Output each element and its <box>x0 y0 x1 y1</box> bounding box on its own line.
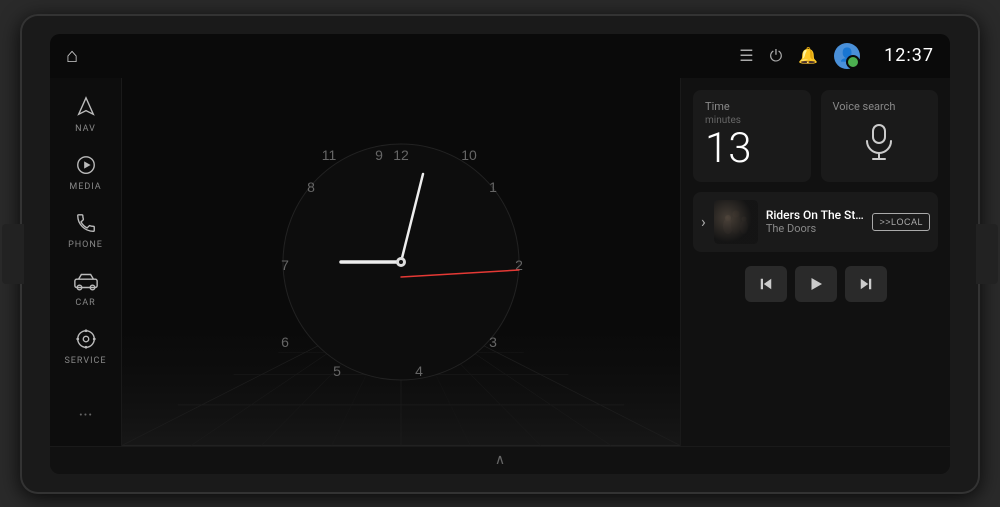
track-info: Riders On The Storm The Doors <box>766 208 865 235</box>
sidebar-item-service[interactable]: SERVICE <box>56 320 116 374</box>
track-title: Riders On The Storm <box>766 208 865 222</box>
chevron-up-icon[interactable]: ∧ <box>495 452 505 468</box>
mount-bracket-right <box>976 224 998 284</box>
car-icon <box>73 270 99 295</box>
playback-controls <box>693 262 938 306</box>
play-pause-button[interactable] <box>795 266 837 302</box>
clock-area: 12 1 2 3 4 5 6 7 8 9 10 11 <box>122 78 680 446</box>
phone-label: PHONE <box>68 240 103 250</box>
svg-text:12: 12 <box>393 147 409 163</box>
svg-text:8: 8 <box>307 179 315 195</box>
svg-text:7: 7 <box>281 257 289 273</box>
more-button[interactable]: ··· <box>78 395 92 436</box>
sidebar-item-phone[interactable]: PHONE <box>56 204 116 258</box>
mount-bracket-left <box>2 224 24 284</box>
svg-text:6: 6 <box>281 334 289 350</box>
notification-bell-icon[interactable]: 🔔 <box>798 46 818 65</box>
service-icon <box>75 328 97 353</box>
nav-icon <box>75 96 97 121</box>
nav-label: NAV <box>75 124 96 134</box>
media-label: MEDIA <box>69 182 101 192</box>
car-display-unit: ⌂ ☰ ⏻ 🔔 👤 12:37 <box>20 14 980 494</box>
album-art <box>714 200 758 244</box>
status-icons: ☰ ⏻ 🔔 👤 12:37 <box>739 43 934 69</box>
local-button[interactable]: >>LOCAL <box>872 213 930 231</box>
right-panel: Time minutes 13 Voice search <box>680 78 950 446</box>
next-track-button[interactable] <box>845 266 887 302</box>
svg-text:3: 3 <box>489 334 497 350</box>
analog-clock: 12 1 2 3 4 5 6 7 8 9 10 11 <box>271 132 531 392</box>
phone-icon <box>75 212 97 237</box>
now-playing-row: › <box>693 192 938 252</box>
power-icon[interactable]: ⏻ <box>770 46 783 66</box>
time-widget-value: 13 <box>705 126 799 172</box>
time-widget: Time minutes 13 <box>693 90 811 182</box>
album-art-image <box>714 200 758 244</box>
svg-text:9: 9 <box>375 147 383 163</box>
avatar[interactable]: 👤 <box>834 43 860 69</box>
sidebar: NAV MEDIA <box>50 78 122 446</box>
time-widget-label: Time <box>705 100 799 113</box>
menu-icon[interactable]: ☰ <box>739 46 753 65</box>
bottom-bar: ∧ <box>50 446 950 474</box>
clock-time: 12:37 <box>884 45 934 66</box>
widgets-row: Time minutes 13 Voice search <box>693 90 938 182</box>
service-label: SERVICE <box>64 356 106 366</box>
home-button[interactable]: ⌂ <box>66 43 78 68</box>
screen: ⌂ ☰ ⏻ 🔔 👤 12:37 <box>50 34 950 474</box>
media-icon <box>75 154 97 179</box>
voice-search-widget[interactable]: Voice search <box>821 90 939 182</box>
svg-text:10: 10 <box>461 147 477 163</box>
status-bar: ⌂ ☰ ⏻ 🔔 👤 12:37 <box>50 34 950 78</box>
svg-text:11: 11 <box>322 147 337 163</box>
sidebar-item-media[interactable]: MEDIA <box>56 146 116 200</box>
expand-button[interactable]: › <box>701 212 706 231</box>
svg-text:1: 1 <box>489 179 497 195</box>
svg-text:5: 5 <box>333 363 341 379</box>
sidebar-item-car[interactable]: CAR <box>56 262 116 316</box>
track-artist: The Doors <box>766 222 865 235</box>
car-label: CAR <box>75 298 95 308</box>
voice-search-label: Voice search <box>833 100 896 113</box>
main-content: NAV MEDIA <box>50 78 950 446</box>
sidebar-item-nav[interactable]: NAV <box>56 88 116 142</box>
svg-text:4: 4 <box>415 363 423 379</box>
microphone-icon <box>833 123 927 169</box>
prev-track-button[interactable] <box>745 266 787 302</box>
